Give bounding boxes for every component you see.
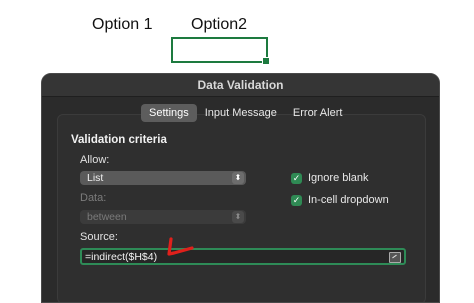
source-label: Source:: [80, 231, 118, 243]
chevron-updown-icon: ⬍: [232, 211, 244, 223]
selected-cell[interactable]: [171, 37, 270, 65]
tab-bar: Settings Input Message Error Alert: [141, 104, 350, 122]
red-annotation-mark: [167, 237, 194, 256]
data-select[interactable]: between ⬍: [80, 210, 246, 224]
data-select-value: between: [87, 211, 127, 223]
data-label: Data:: [80, 192, 107, 204]
collapse-dialog-icon[interactable]: [389, 252, 401, 263]
incell-dropdown-checkbox[interactable]: ✓: [291, 194, 302, 206]
ignore-blank-option[interactable]: ✓ Ignore blank: [291, 172, 369, 184]
dialog-title: Data Validation: [197, 78, 284, 92]
dialog-titlebar[interactable]: Data Validation: [42, 74, 439, 97]
chevron-updown-icon: ⬍: [232, 172, 244, 184]
allow-select-value: List: [87, 172, 104, 184]
column-header-option1: Option 1: [92, 16, 153, 33]
tab-error-alert[interactable]: Error Alert: [285, 104, 351, 122]
tab-settings[interactable]: Settings: [141, 104, 197, 122]
data-validation-dialog: Data Validation Settings Input Message E…: [41, 73, 440, 303]
source-field[interactable]: [80, 248, 406, 265]
source-input[interactable]: [82, 250, 388, 263]
ignore-blank-label: Ignore blank: [308, 172, 369, 184]
column-header-option2: Option2: [191, 16, 248, 33]
tab-input-message[interactable]: Input Message: [197, 104, 285, 122]
incell-dropdown-label: In-cell dropdown: [308, 194, 389, 206]
allow-label: Allow:: [80, 154, 110, 166]
ignore-blank-checkbox[interactable]: ✓: [291, 172, 302, 184]
allow-select[interactable]: List ⬍: [80, 171, 246, 185]
fill-handle[interactable]: [262, 57, 270, 65]
validation-criteria-heading: Validation criteria: [71, 134, 167, 146]
incell-dropdown-option[interactable]: ✓ In-cell dropdown: [291, 194, 389, 206]
